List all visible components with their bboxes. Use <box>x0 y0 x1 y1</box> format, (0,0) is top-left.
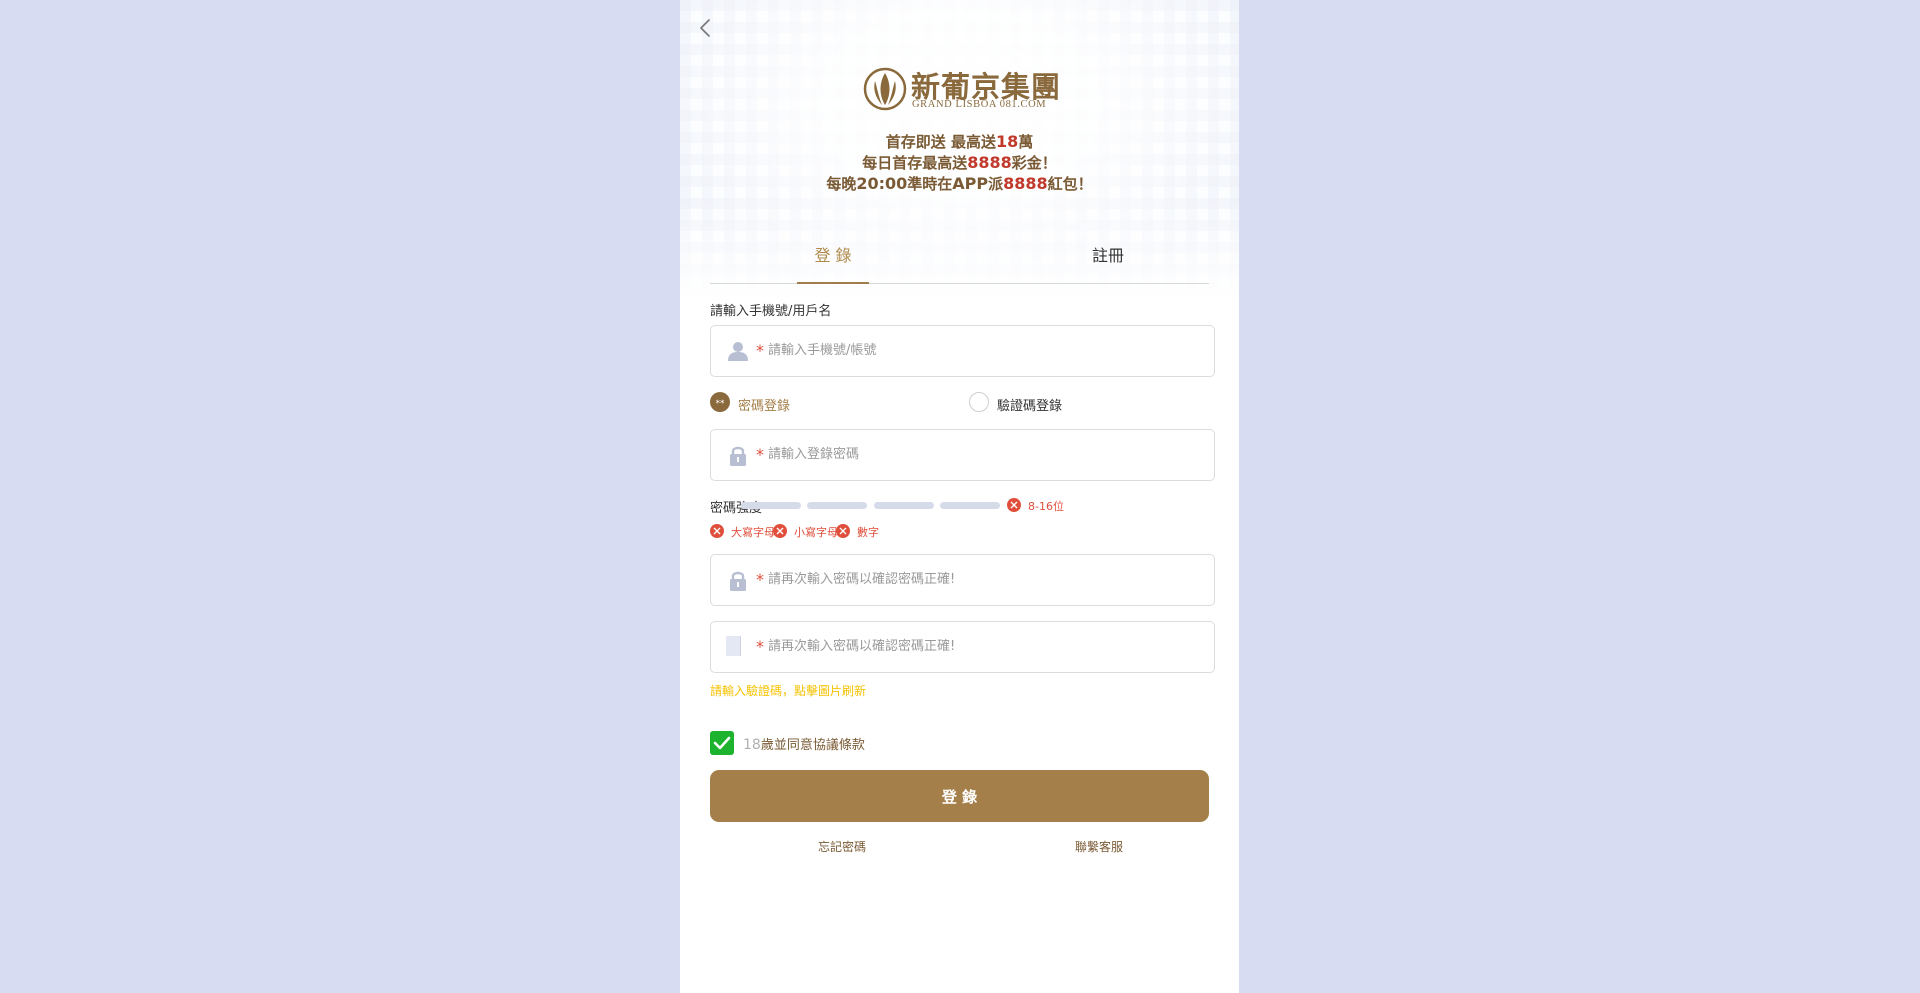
close-circle-icon <box>1007 498 1021 512</box>
close-circle-icon <box>773 524 787 538</box>
confirm-password-input[interactable] <box>768 556 1198 602</box>
agree-checkbox[interactable] <box>710 731 734 755</box>
radio-selected-dot: ** <box>710 392 730 412</box>
required-mark: * <box>756 445 764 464</box>
svg-text:**: ** <box>716 399 726 409</box>
contact-support-link[interactable]: 聯繫客服 <box>1075 838 1123 855</box>
lock-icon <box>730 446 746 466</box>
promo-line-2: 每日首存最高送8888彩金！ <box>862 153 1057 172</box>
promo-line-3: 每晚20:00準時在APP派8888紅包！ <box>826 174 1093 193</box>
promo-line-1: 首存即送 最高送18萬 <box>885 132 1034 151</box>
back-chevron-icon[interactable] <box>694 16 718 40</box>
captcha-image[interactable] <box>726 636 741 656</box>
strength-bar-1 <box>741 502 801 509</box>
password-dots-icon: ** <box>716 399 726 409</box>
password-strength: 密碼強度 8-16位 <box>710 496 1213 516</box>
login-mode-radios: ** 密碼登錄 驗證碼登錄 <box>710 392 1213 416</box>
radio-empty-dot <box>969 392 989 412</box>
password-input[interactable] <box>768 431 1198 477</box>
tab-login[interactable]: 登 錄 <box>797 242 869 266</box>
close-circle-icon <box>710 524 724 538</box>
rule-uppercase: 大寫字母 <box>731 526 775 539</box>
lock-icon <box>730 571 746 591</box>
length-rule: 8-16位 <box>1028 500 1064 513</box>
user-icon <box>728 342 748 361</box>
rule-lowercase: 小寫字母 <box>794 526 838 539</box>
account-input[interactable] <box>768 327 1198 373</box>
confirm-password-field[interactable]: * <box>710 554 1215 606</box>
login-button[interactable]: 登 錄 <box>710 770 1209 822</box>
brand-name-en: GRAND LISBOA 081.COM <box>912 99 1047 110</box>
tab-register[interactable]: 註冊 <box>1072 242 1144 266</box>
captcha-input[interactable] <box>768 623 1198 669</box>
login-panel: 新葡京集團 GRAND LISBOA 081.COM 首存即送 最高送18萬 每… <box>680 0 1239 993</box>
password-field[interactable]: * <box>710 429 1215 481</box>
forgot-password-link[interactable]: 忘記密碼 <box>818 838 866 855</box>
account-field[interactable]: * <box>710 325 1215 377</box>
agree-text: 18歲並同意協議條款 <box>743 737 865 753</box>
brand-logo-icon <box>863 67 907 111</box>
required-mark: * <box>756 570 764 589</box>
required-mark: * <box>756 341 764 360</box>
account-label: 請輸入手機號/用戶名 <box>710 304 832 319</box>
captcha-field[interactable]: * <box>710 621 1215 673</box>
required-mark: * <box>756 637 764 656</box>
active-tab-indicator <box>797 282 869 284</box>
strength-bar-3 <box>874 502 934 509</box>
check-icon <box>713 736 731 750</box>
auth-tabs: 登 錄 註冊 <box>710 228 1209 284</box>
strength-bar-2 <box>807 502 867 509</box>
strength-bar-4 <box>940 502 1000 509</box>
close-circle-icon <box>836 524 850 538</box>
rule-digit: 數字 <box>857 526 879 539</box>
brand-logo: 新葡京集團 GRAND LISBOA 081.COM <box>863 62 1063 116</box>
captcha-hint: 請輸入驗證碼，點擊圖片刷新 <box>710 684 867 698</box>
